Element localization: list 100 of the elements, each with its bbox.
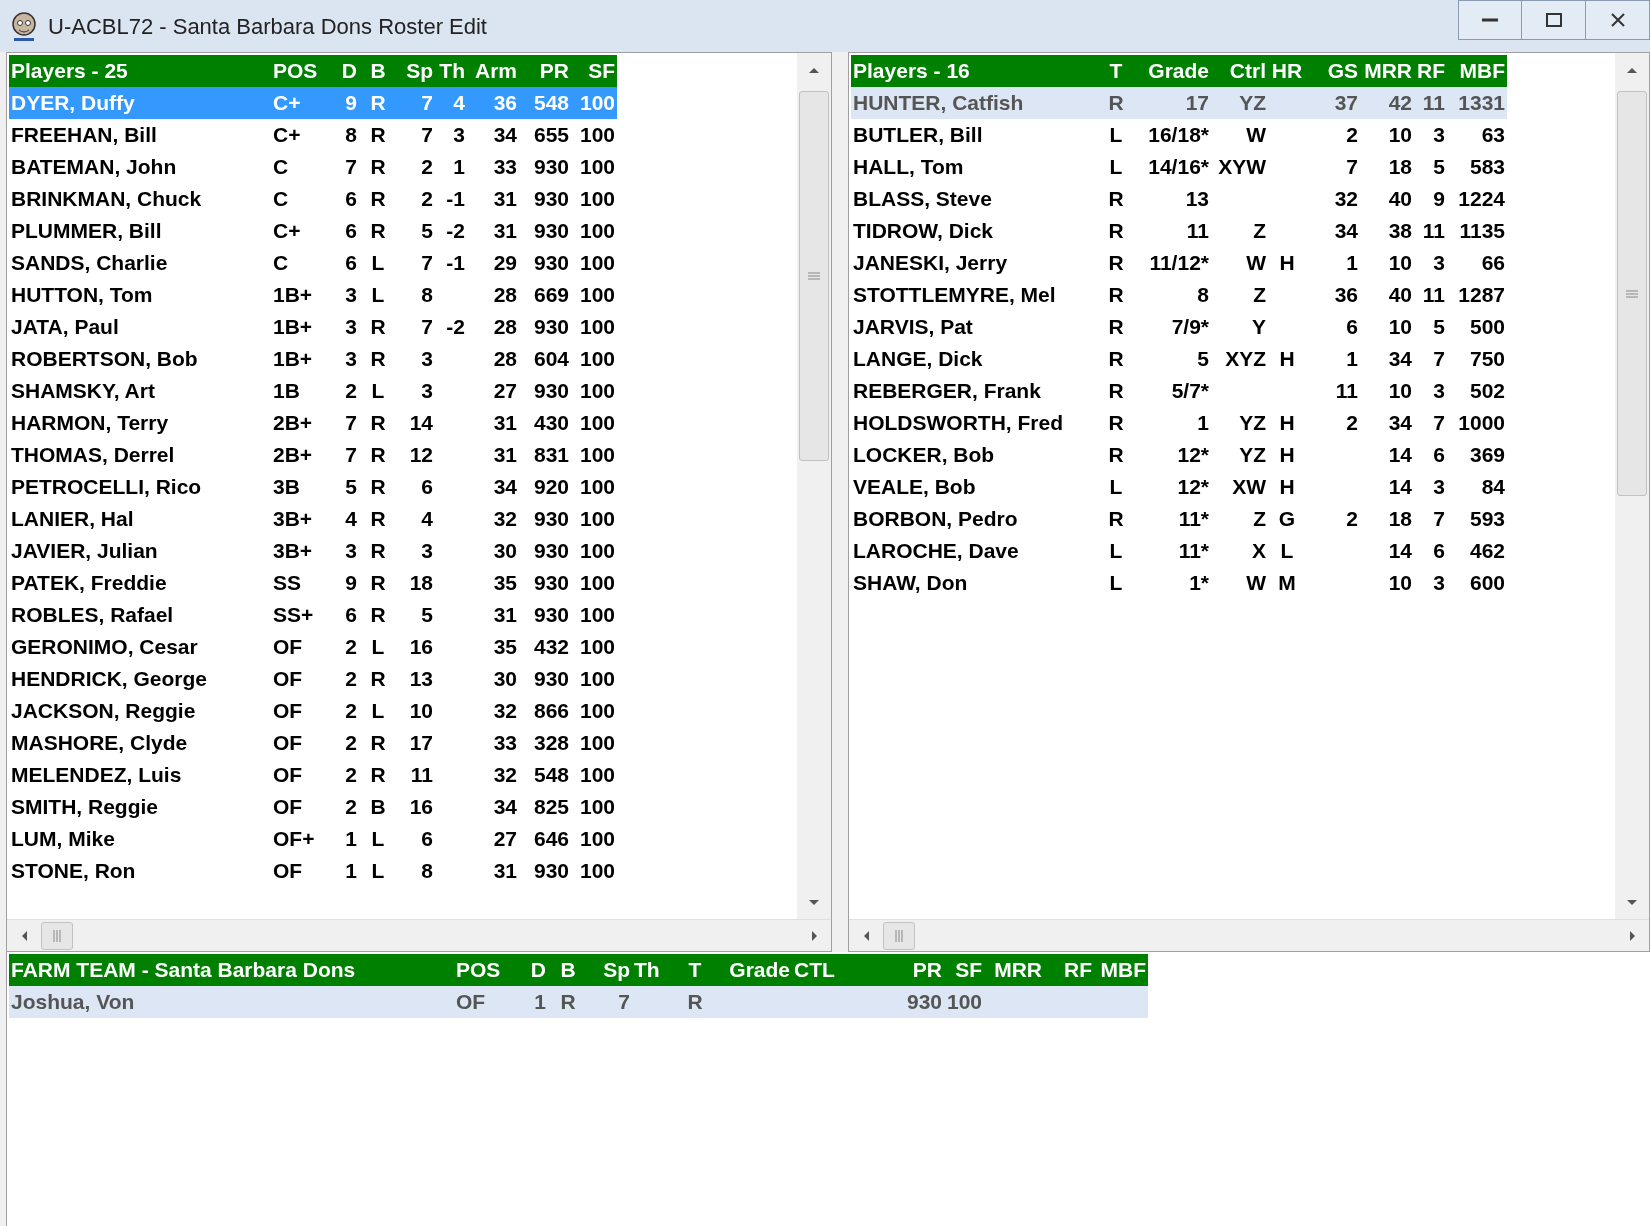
column-header[interactable]: MRR [1360,55,1414,87]
column-header[interactable]: Sp [588,954,632,986]
player-row[interactable]: BUTLER, Bill L 16/18* W 2 10 3 63 [851,119,1507,151]
arrow-up-icon[interactable] [809,67,819,73]
player-row[interactable]: MASHORE, Clyde OF 2 R 17 33 328 100 [9,727,617,759]
column-header[interactable]: Th [435,55,467,87]
close-button[interactable] [1586,0,1650,40]
column-header[interactable]: MRR [984,954,1044,986]
column-header[interactable]: B [359,55,397,87]
table-cell-text: 35 [492,570,518,596]
player-row[interactable]: JACKSON, Reggie OF 2 L 10 32 866 100 [9,695,617,727]
column-header[interactable]: HR [1268,55,1306,87]
player-row[interactable]: BATEMAN, John C 7 R 2 1 33 930 100 [9,151,617,183]
player-row[interactable]: HALL, Tom L 14/16* XYW 7 18 5 583 [851,151,1507,183]
horizontal-scrollbar[interactable] [7,919,831,951]
column-header[interactable]: Players - 25 [9,55,271,87]
player-row[interactable]: STONE, Ron OF 1 L 8 31 930 100 [9,855,617,887]
table-cell-text: 646 [532,826,570,852]
player-row[interactable]: VEALE, Bob L 12* XW H 14 3 84 [851,471,1507,503]
column-header[interactable]: Ctrl [1211,55,1268,87]
column-header[interactable]: Grade [722,954,792,986]
scrollbar-thumb[interactable] [1617,91,1647,496]
table-cell-text: LANIER, Hal [10,506,135,532]
player-row[interactable]: Joshua, Von OF 1 R 7 R 930 100 [9,986,1148,1018]
column-header[interactable]: T [1101,55,1131,87]
player-row[interactable]: PATEK, Freddie SS 9 R 18 35 930 100 [9,567,617,599]
horizontal-scrollbar[interactable] [849,919,1649,951]
column-header[interactable]: T [668,954,722,986]
player-row[interactable]: JAVIER, Julian 3B+ 3 R 3 30 930 100 [9,535,617,567]
arrow-left-icon[interactable] [21,930,27,941]
player-row[interactable]: JARVIS, Pat R 7/9* Y 6 10 5 500 [851,311,1507,343]
arrow-down-icon[interactable] [1627,899,1637,905]
column-header[interactable]: Th [632,954,668,986]
column-header[interactable]: B [548,954,588,986]
column-header[interactable]: MBF [1447,55,1507,87]
player-row[interactable]: LOCKER, Bob R 12* YZ H 14 6 369 [851,439,1507,471]
arrow-right-icon[interactable] [1629,930,1635,941]
player-row[interactable]: BORBON, Pedro R 11* Z G 2 18 7 593 [851,503,1507,535]
arrow-right-icon[interactable] [811,930,817,941]
scrollbar-thumb[interactable] [41,921,73,950]
column-header[interactable]: SF [571,55,617,87]
column-header[interactable]: MBF [1094,954,1148,986]
column-header[interactable]: Players - 16 [851,55,1101,87]
player-row[interactable]: SANDS, Charlie C 6 L 7 -1 29 930 100 [9,247,617,279]
player-row[interactable]: TIDROW, Dick R 11 Z 34 38 11 1135 [851,215,1507,247]
table-cell-text: JATA, Paul [10,314,120,340]
maximize-button[interactable] [1522,0,1586,40]
player-row[interactable]: JANESKI, Jerry R 11/12* W H 1 10 3 66 [851,247,1507,279]
player-row[interactable]: STOTTLEMYRE, Mel R 8 Z 36 40 11 1287 [851,279,1507,311]
player-row[interactable]: MELENDEZ, Luis OF 2 R 11 32 548 100 [9,759,617,791]
column-header[interactable]: POS [454,954,514,986]
player-row[interactable]: SHAW, Don L 1* W M 10 3 600 [851,567,1507,599]
player-row[interactable]: LANGE, Dick R 5 XYZ H 1 34 7 750 [851,343,1507,375]
player-row[interactable]: HUTTON, Tom 1B+ 3 L 8 28 669 100 [9,279,617,311]
player-row[interactable]: HENDRICK, George OF 2 R 13 30 930 100 [9,663,617,695]
scrollbar-thumb[interactable] [799,91,829,461]
column-header[interactable]: GS [1306,55,1360,87]
player-row[interactable]: LAROCHE, Dave L 11* X L 14 6 462 [851,535,1507,567]
player-row[interactable]: JATA, Paul 1B+ 3 R 7 -2 28 930 100 [9,311,617,343]
scrollbar-thumb[interactable] [883,921,915,950]
column-header[interactable]: FARM TEAM - Santa Barbara Dons [9,954,454,986]
player-row[interactable]: BLASS, Steve R 13 32 40 9 1224 [851,183,1507,215]
column-header[interactable]: PR [519,55,571,87]
player-row[interactable]: HOLDSWORTH, Fred R 1 YZ H 2 34 7 1000 [851,407,1507,439]
player-row[interactable]: FREEHAN, Bill C+ 8 R 7 3 34 655 100 [9,119,617,151]
table-cell-text: 1 [1196,410,1210,436]
player-row[interactable]: THOMAS, Derrel 2B+ 7 R 12 31 831 100 [9,439,617,471]
player-row[interactable]: PLUMMER, Bill C+ 6 R 5 -2 31 930 100 [9,215,617,247]
player-row[interactable]: REBERGER, Frank R 5/7* 11 10 3 502 [851,375,1507,407]
table-cell-text: R [369,730,387,756]
player-row[interactable]: LANIER, Hal 3B+ 4 R 4 32 930 100 [9,503,617,535]
player-row[interactable]: HARMON, Terry 2B+ 7 R 14 31 430 100 [9,407,617,439]
vertical-scrollbar[interactable] [1615,53,1649,919]
player-row[interactable]: LUM, Mike OF+ 1 L 6 27 646 100 [9,823,617,855]
column-header[interactable]: PR [854,954,944,986]
table-cell-text: 1* [1188,570,1210,596]
player-row[interactable]: PETROCELLI, Rico 3B 5 R 6 34 920 100 [9,471,617,503]
player-row[interactable]: GERONIMO, Cesar OF 2 L 16 35 432 100 [9,631,617,663]
vertical-scrollbar[interactable] [797,53,831,919]
player-row[interactable]: SHAMSKY, Art 1B 2 L 3 27 930 100 [9,375,617,407]
arrow-left-icon[interactable] [863,930,869,941]
column-header[interactable]: RF [1414,55,1447,87]
player-row[interactable]: HUNTER, Catfish R 17 YZ 37 42 11 1331 [851,87,1507,119]
table-cell-text: R [1107,378,1125,404]
column-header[interactable]: Grade [1131,55,1211,87]
column-header[interactable]: CTL [792,954,854,986]
table-cell-text: Z [1252,218,1267,244]
column-header[interactable]: D [514,954,548,986]
column-header[interactable]: Arm [467,55,519,87]
column-header[interactable]: SF [944,954,984,986]
player-row[interactable]: ROBLES, Rafael SS+ 6 R 5 31 930 100 [9,599,617,631]
player-row[interactable]: ROBERTSON, Bob 1B+ 3 R 3 28 604 100 [9,343,617,375]
arrow-down-icon[interactable] [809,899,819,905]
column-header[interactable]: Sp [397,55,435,87]
column-header[interactable]: POS [271,55,329,87]
arrow-up-icon[interactable] [1627,67,1637,73]
column-header[interactable]: D [329,55,359,87]
column-header[interactable]: RF [1044,954,1094,986]
player-row[interactable]: SMITH, Reggie OF 2 B 16 34 825 100 [9,791,617,823]
player-row[interactable]: BRINKMAN, Chuck C 6 R 2 -1 31 930 100 [9,183,617,215]
